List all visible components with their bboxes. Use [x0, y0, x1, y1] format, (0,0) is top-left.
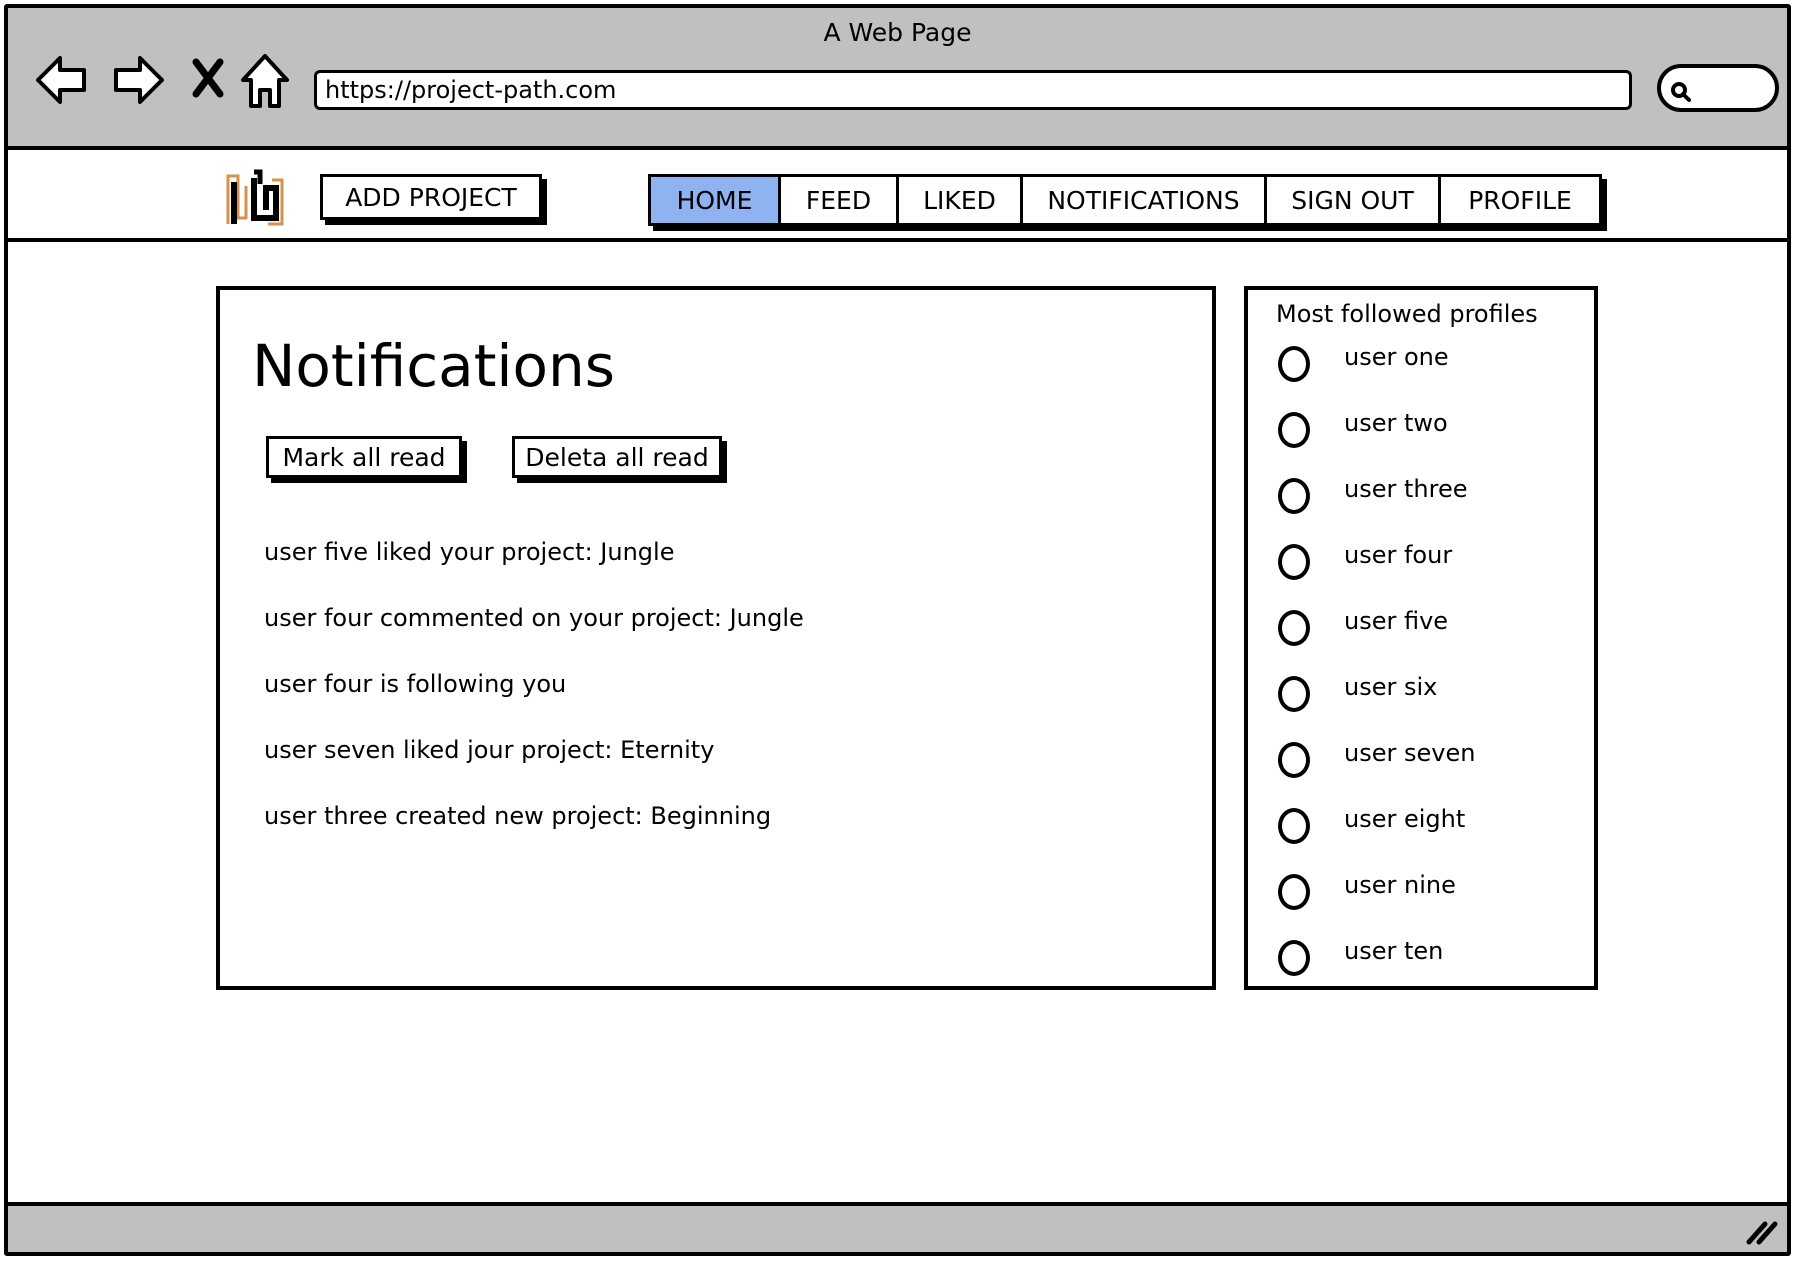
- profile-name[interactable]: user ten: [1344, 936, 1443, 966]
- profile-name[interactable]: user two: [1344, 408, 1448, 438]
- profile-item[interactable]: user three: [1278, 474, 1475, 540]
- sidebar-title: Most followed profiles: [1276, 300, 1538, 328]
- search-icon: [1671, 82, 1691, 102]
- profile-name[interactable]: user seven: [1344, 738, 1475, 768]
- home-icon[interactable]: [240, 52, 290, 110]
- browser-search[interactable]: [1657, 64, 1779, 112]
- profile-item[interactable]: user one: [1278, 342, 1475, 408]
- notification-item[interactable]: user five liked your project: Jungle: [264, 538, 804, 604]
- back-arrow-icon[interactable]: [34, 52, 90, 108]
- address-bar[interactable]: https://project-path.com: [314, 70, 1632, 110]
- resize-grip-icon[interactable]: [1745, 1216, 1779, 1246]
- avatar: [1278, 676, 1310, 712]
- notifications-panel: Notifications Mark all read Deleta all r…: [216, 286, 1216, 990]
- avatar: [1278, 544, 1310, 580]
- avatar: [1278, 874, 1310, 910]
- notification-item[interactable]: user four commented on your project: Jun…: [264, 604, 804, 670]
- profile-name[interactable]: user eight: [1344, 804, 1465, 834]
- add-project-button[interactable]: ADD PROJECT: [320, 174, 542, 220]
- notification-item[interactable]: user three created new project: Beginnin…: [264, 802, 804, 868]
- profile-item[interactable]: user eight: [1278, 804, 1475, 870]
- forward-arrow-icon[interactable]: [110, 52, 166, 108]
- notification-item[interactable]: user four is following you: [264, 670, 804, 736]
- profile-name[interactable]: user one: [1344, 342, 1449, 372]
- status-bar: [8, 1202, 1787, 1252]
- site-header: ADD PROJECT HOME FEED LIKED NOTIFICATION…: [8, 150, 1787, 242]
- nav-profile[interactable]: PROFILE: [1441, 177, 1599, 223]
- avatar: [1278, 940, 1310, 976]
- nav-notifications[interactable]: NOTIFICATIONS: [1023, 177, 1267, 223]
- browser-chrome: A Web Page https://project-path.com: [8, 8, 1787, 150]
- notification-item[interactable]: user seven liked jour project: Eternity: [264, 736, 804, 802]
- profile-item[interactable]: user two: [1278, 408, 1475, 474]
- nav-feed[interactable]: FEED: [781, 177, 899, 223]
- nav-sign-out[interactable]: SIGN OUT: [1267, 177, 1441, 223]
- most-followed-panel: Most followed profiles user one user two…: [1244, 286, 1598, 990]
- nav-home[interactable]: HOME: [651, 177, 781, 223]
- mark-all-read-button[interactable]: Mark all read: [266, 436, 462, 478]
- main-nav: HOME FEED LIKED NOTIFICATIONS SIGN OUT P…: [648, 174, 1602, 226]
- nav-liked[interactable]: LIKED: [899, 177, 1023, 223]
- profile-name[interactable]: user six: [1344, 672, 1437, 702]
- avatar: [1278, 478, 1310, 514]
- profile-item[interactable]: user six: [1278, 672, 1475, 738]
- page-title: Notifications: [252, 332, 616, 400]
- logo-icon[interactable]: [224, 168, 290, 228]
- profile-name[interactable]: user five: [1344, 606, 1448, 636]
- profile-name[interactable]: user nine: [1344, 870, 1456, 900]
- profile-item[interactable]: user four: [1278, 540, 1475, 606]
- notification-list: user five liked your project: Jungle use…: [264, 538, 804, 868]
- close-x-icon[interactable]: [192, 58, 224, 98]
- delete-all-read-button[interactable]: Deleta all read: [512, 436, 722, 478]
- profile-item[interactable]: user nine: [1278, 870, 1475, 936]
- avatar: [1278, 412, 1310, 448]
- profile-item[interactable]: user five: [1278, 606, 1475, 672]
- profile-name[interactable]: user three: [1344, 474, 1467, 504]
- window-title: A Web Page: [823, 18, 972, 47]
- avatar: [1278, 610, 1310, 646]
- profile-list: user one user two user three user four u…: [1278, 342, 1475, 1002]
- profile-item[interactable]: user ten: [1278, 936, 1475, 1002]
- avatar: [1278, 742, 1310, 778]
- profile-item[interactable]: user seven: [1278, 738, 1475, 804]
- profile-name[interactable]: user four: [1344, 540, 1452, 570]
- browser-window: A Web Page https://project-path.com ADD …: [4, 4, 1791, 1256]
- avatar: [1278, 346, 1310, 382]
- avatar: [1278, 808, 1310, 844]
